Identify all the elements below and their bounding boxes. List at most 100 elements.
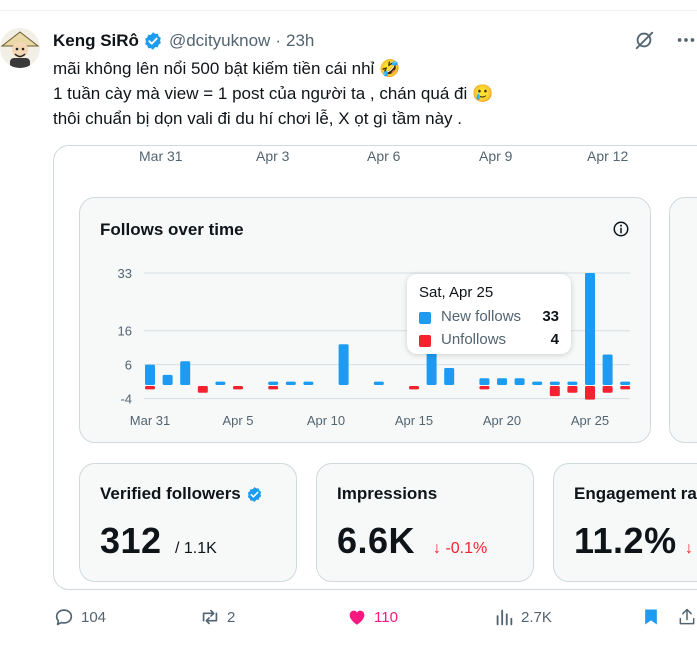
x-tick-label: Apr 10 <box>307 413 345 428</box>
bar-new-follows[interactable] <box>585 273 595 385</box>
share-icon <box>679 608 695 625</box>
timestamp[interactable]: 23h <box>286 31 314 51</box>
follows-over-time-panel: Follows over time 33 16 6 -4 Mar 31 Apr 5 Apr … <box>79 197 651 443</box>
reply-button[interactable]: 104 <box>53 606 106 628</box>
bar-new-follows[interactable] <box>162 374 173 385</box>
avatar[interactable] <box>0 28 40 68</box>
bar-unfollows[interactable] <box>549 386 560 397</box>
legend-swatch <box>419 312 431 324</box>
tweet-text: mãi không lên nổi 500 bật kiếm tiền cái … <box>53 56 493 131</box>
header-actions <box>633 29 697 51</box>
bar-new-follows[interactable] <box>145 364 155 385</box>
author-name[interactable]: Keng SiRô <box>53 31 139 51</box>
verified-badge-icon <box>145 32 161 50</box>
bar-new-follows[interactable] <box>479 378 490 385</box>
bar-new-follows[interactable] <box>497 378 507 385</box>
x-tick-label: Apr 20 <box>483 413 521 428</box>
bookmark-icon <box>645 609 657 625</box>
bar-new-follows[interactable] <box>444 368 455 385</box>
author-handle[interactable]: @dcityuknow <box>169 31 270 51</box>
views-button[interactable]: 2.7K <box>493 606 552 628</box>
tweet-line: 1 tuần cày mà view = 1 post của người ta… <box>53 84 494 103</box>
bar-new-follows[interactable] <box>268 381 279 385</box>
reply-icon <box>55 609 73 626</box>
tooltip-label: New follows <box>441 308 522 325</box>
bar-new-follows[interactable] <box>532 381 543 385</box>
bar-unfollows[interactable] <box>602 386 613 393</box>
bar-new-follows[interactable] <box>620 381 631 385</box>
y-tick-label: 6 <box>125 358 132 373</box>
bar-unfollows[interactable] <box>409 386 419 390</box>
bar-new-follows[interactable] <box>215 381 226 385</box>
tooltip-row-unfollows: Unfollows 4 <box>419 331 559 351</box>
more-icon[interactable] <box>675 29 697 51</box>
x-tick-label: Mar 31 <box>130 413 170 428</box>
bar-unfollows[interactable] <box>197 386 208 393</box>
like-button[interactable]: 110 <box>346 606 398 628</box>
tweet-line: mãi không lên nổi 500 bật kiếm tiền cái … <box>53 59 401 78</box>
bar-new-follows[interactable] <box>285 381 296 385</box>
legend-swatch <box>419 335 431 347</box>
stat-verified-followers[interactable]: Verified followers 312 / 1.1K <box>79 463 297 582</box>
reply-count: 104 <box>81 608 107 626</box>
chart-tooltip: Sat, Apr 25 New follows 33 Unfollows 4 <box>407 274 571 354</box>
x-tick-label: Apr 5 <box>222 413 253 428</box>
bar-unfollows[interactable] <box>567 386 578 393</box>
stat-title: Verified followers <box>100 484 263 504</box>
tweet-actions: 104 2 110 2.7K <box>53 606 697 630</box>
views-icon <box>496 609 513 626</box>
stat-delta: ↓ -0.1% <box>433 540 488 557</box>
repost-button[interactable]: 2 <box>199 606 235 628</box>
y-tick-label: 33 <box>118 266 132 281</box>
bar-new-follows[interactable] <box>514 378 525 385</box>
stat-title-text: Verified followers <box>100 484 241 503</box>
stat-value: 11.2% <box>574 520 677 561</box>
share-button[interactable] <box>677 606 697 628</box>
y-tick-label: 16 <box>118 324 132 339</box>
tooltip-value: 33 <box>542 308 559 325</box>
bar-unfollows[interactable] <box>145 386 155 390</box>
stat-title: Engagement rate <box>574 484 697 503</box>
separator-dot: · <box>275 31 281 50</box>
bar-unfollows[interactable] <box>620 386 631 390</box>
x-tick-label: Apr 15 <box>395 413 433 428</box>
top-axis-label: Apr 6 <box>367 148 401 164</box>
tweet-line: thôi chuẩn bị dọn vali đi du hí chơi lễ,… <box>53 109 462 128</box>
bar-new-follows[interactable] <box>567 381 578 385</box>
x-tick-label: Apr 25 <box>571 413 609 428</box>
bar-unfollows[interactable] <box>233 386 243 390</box>
stat-impressions[interactable]: Impressions 6.6K ↓ -0.1% <box>316 463 534 582</box>
top-axis-label: Mar 31 <box>139 148 183 164</box>
top-axis-label: Apr 12 <box>587 148 629 164</box>
bar-unfollows[interactable] <box>268 386 279 390</box>
top-divider <box>0 10 697 11</box>
like-icon <box>349 610 365 625</box>
next-panel-partial <box>669 197 697 443</box>
bar-new-follows[interactable] <box>602 354 613 385</box>
y-tick-label: -4 <box>120 392 132 407</box>
bar-new-follows[interactable] <box>373 381 384 385</box>
like-count: 110 <box>374 608 398 626</box>
tweet-header: Keng SiRô @dcityuknow · 23h <box>53 29 314 53</box>
bar-new-follows[interactable] <box>180 361 191 385</box>
bookmark-button[interactable] <box>641 606 661 628</box>
stat-engagement-rate[interactable]: Engagement rate 11.2% ↓ <box>553 463 697 582</box>
bar-new-follows[interactable] <box>549 381 560 385</box>
analytics-card[interactable]: Mar 31 Apr 3 Apr 6 Apr 9 Apr 12 Follows … <box>53 145 697 590</box>
verified-badge-icon <box>247 486 261 502</box>
stat-sub: / 1.1K <box>175 540 217 557</box>
bar-new-follows[interactable] <box>338 344 349 385</box>
tooltip-row-new-follows: New follows 33 <box>419 308 559 328</box>
top-axis: Mar 31 Apr 3 Apr 6 Apr 9 Apr 12 <box>54 146 697 174</box>
bar-unfollows[interactable] <box>585 386 595 400</box>
top-axis-label: Apr 9 <box>479 148 513 164</box>
tooltip-label: Unfollows <box>441 331 507 348</box>
stat-value: 6.6K <box>337 520 416 561</box>
bar-unfollows[interactable] <box>479 386 490 390</box>
tooltip-date: Sat, Apr 25 <box>419 284 494 301</box>
grok-icon[interactable] <box>633 29 655 51</box>
stat-delta: ↓ <box>685 540 693 557</box>
bar-new-follows[interactable] <box>303 381 314 385</box>
stat-title: Impressions <box>337 484 438 503</box>
tooltip-value: 4 <box>550 331 559 348</box>
